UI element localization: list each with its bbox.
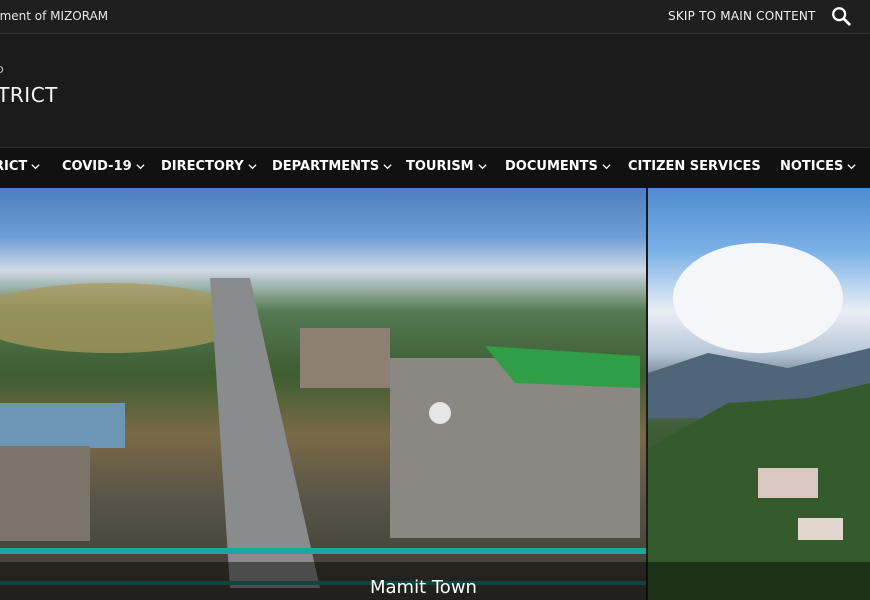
hero-caption: Mamit Town (370, 577, 477, 598)
nav-item-label: CITIZEN SERVICES (628, 159, 761, 174)
nav-item-label: TOURISM (406, 159, 474, 174)
chevron-down-icon (31, 164, 40, 170)
town-photo-illustration (0, 278, 646, 588)
nav-item-departments[interactable]: DEPARTMENTS (272, 159, 392, 174)
site-subtitle: D (0, 65, 4, 76)
chevron-down-icon (383, 164, 392, 170)
hero-image-mamit-town (0, 188, 646, 600)
nav-item-documents[interactable]: DOCUMENTS (505, 159, 611, 174)
site-title[interactable]: STRICT (0, 83, 58, 107)
nav-item-citizen-services[interactable]: CITIZEN SERVICES (628, 159, 761, 174)
nav-item-label: DEPARTMENTS (272, 159, 380, 174)
chevron-down-icon (847, 164, 856, 170)
nav-item-tourism[interactable]: TOURISM (406, 159, 487, 174)
nav-item-directory[interactable]: DIRECTORY (161, 159, 257, 174)
hero-image-next-slide (648, 188, 870, 600)
landscape-photo-illustration (648, 243, 870, 600)
main-navigation: RICT COVID-19 DIRECTORY DEPARTMENTS TOUR… (0, 148, 870, 188)
skip-to-main-content-link[interactable]: SKIP TO MAIN CONTENT (668, 9, 816, 23)
chevron-down-icon (478, 164, 487, 170)
nav-item-district[interactable]: RICT (0, 159, 40, 174)
top-bar: nment of MIZORAM SKIP TO MAIN CONTENT (0, 0, 870, 34)
nav-item-label: DIRECTORY (161, 159, 244, 174)
search-icon[interactable] (830, 5, 852, 27)
site-header: D STRICT (0, 34, 870, 148)
chevron-down-icon (248, 164, 257, 170)
government-link[interactable]: nment of MIZORAM (0, 9, 108, 23)
nav-item-label: RICT (0, 159, 28, 174)
nav-item-label: COVID-19 (62, 159, 132, 174)
nav-item-label: NOTICES (780, 159, 844, 174)
chevron-down-icon (136, 164, 145, 170)
chevron-down-icon (602, 164, 611, 170)
nav-item-label: DOCUMENTS (505, 159, 598, 174)
nav-item-notices[interactable]: NOTICES (780, 159, 856, 174)
nav-item-covid-19[interactable]: COVID-19 (62, 159, 145, 174)
hero-slider[interactable] (0, 188, 870, 600)
